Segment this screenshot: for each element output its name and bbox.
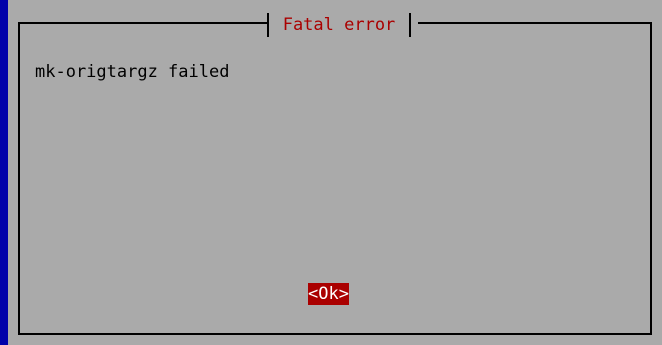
title-left-divider <box>267 13 269 37</box>
dialog-title-container: Fatal error <box>258 10 418 38</box>
ok-button[interactable]: <Ok> <box>308 283 349 305</box>
terminal-screen-background: Fatal error mk-origtargz failed <Ok> <box>0 0 662 345</box>
dialog-title: Fatal error <box>282 15 396 35</box>
error-message: mk-origtargz failed <box>35 62 230 82</box>
dialog-frame-top-right <box>418 22 652 24</box>
dialog-frame-top-left <box>18 22 268 24</box>
error-dialog: Fatal error mk-origtargz failed <Ok> <box>8 0 662 345</box>
title-right-divider <box>409 13 411 37</box>
